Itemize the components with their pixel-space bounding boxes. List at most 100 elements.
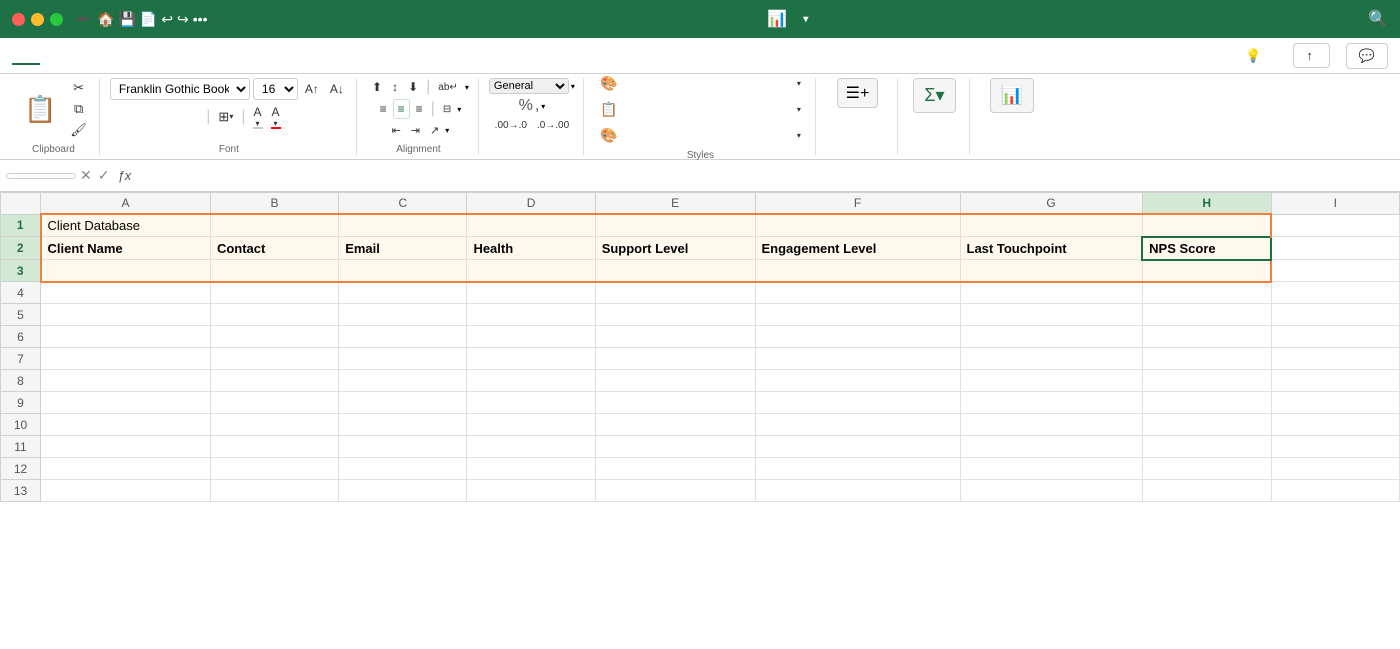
tab-home[interactable]: [12, 47, 40, 65]
cell[interactable]: [960, 326, 1142, 348]
cell[interactable]: [210, 214, 338, 237]
confirm-formula-button[interactable]: ✓: [98, 167, 110, 184]
cell[interactable]: [467, 414, 595, 436]
editing-area[interactable]: Σ▾: [913, 78, 955, 115]
cell[interactable]: [339, 414, 467, 436]
cell[interactable]: [960, 260, 1142, 282]
col-header-i[interactable]: I: [1271, 193, 1399, 215]
cell[interactable]: Support Level: [595, 237, 755, 260]
fat-dropdown[interactable]: ▾: [797, 105, 801, 114]
increase-indent-button[interactable]: ⇥: [407, 122, 424, 139]
minimize-button[interactable]: [31, 13, 44, 26]
col-header-g[interactable]: G: [960, 193, 1142, 215]
cell[interactable]: [1271, 260, 1399, 282]
cell[interactable]: [595, 214, 755, 237]
cell[interactable]: [960, 348, 1142, 370]
cell[interactable]: [467, 348, 595, 370]
cell[interactable]: [339, 436, 467, 458]
font-color-button[interactable]: A ▾: [268, 103, 284, 130]
cell[interactable]: [41, 414, 211, 436]
cell[interactable]: [755, 414, 960, 436]
number-format-dropdown[interactable]: ▾: [571, 82, 575, 91]
cell[interactable]: [467, 326, 595, 348]
col-header-h[interactable]: H: [1142, 193, 1271, 215]
cell[interactable]: [339, 326, 467, 348]
cell[interactable]: [755, 260, 960, 282]
cell[interactable]: [210, 436, 338, 458]
maximize-button[interactable]: [50, 13, 63, 26]
orientation-button[interactable]: ↗: [426, 122, 443, 139]
cell[interactable]: [210, 392, 338, 414]
cell[interactable]: Health: [467, 237, 595, 260]
cell[interactable]: [41, 260, 211, 282]
cell[interactable]: [41, 392, 211, 414]
cell[interactable]: [467, 304, 595, 326]
tab-review[interactable]: [180, 47, 208, 65]
cell[interactable]: [41, 326, 211, 348]
cell[interactable]: [755, 392, 960, 414]
cell[interactable]: [595, 304, 755, 326]
cell[interactable]: [1271, 348, 1399, 370]
cell[interactable]: [1142, 260, 1271, 282]
undo-icon[interactable]: ↩: [161, 11, 173, 28]
cell[interactable]: [1142, 414, 1271, 436]
col-header-d[interactable]: D: [467, 193, 595, 215]
cell[interactable]: [595, 436, 755, 458]
orient-dropdown[interactable]: ▾: [445, 126, 449, 135]
cell[interactable]: [210, 458, 338, 480]
cell[interactable]: [339, 282, 467, 304]
cell[interactable]: [595, 414, 755, 436]
copy-button[interactable]: ⧉: [66, 99, 91, 119]
cell[interactable]: [467, 282, 595, 304]
tab-view[interactable]: [208, 47, 236, 65]
cell[interactable]: [960, 480, 1142, 502]
cell[interactable]: [1271, 414, 1399, 436]
font-size-select[interactable]: 16: [253, 78, 298, 100]
font-name-select[interactable]: Franklin Gothic Book: [110, 78, 250, 100]
cell[interactable]: [755, 370, 960, 392]
cell[interactable]: [339, 370, 467, 392]
cell[interactable]: Contact: [210, 237, 338, 260]
share-button[interactable]: ↑: [1293, 43, 1330, 68]
align-top-button[interactable]: ⬆: [368, 78, 386, 96]
decrease-indent-button[interactable]: ⇤: [388, 122, 405, 139]
font-increase-button[interactable]: A↑: [301, 80, 323, 98]
cancel-formula-button[interactable]: ✕: [80, 167, 92, 184]
cell[interactable]: [595, 458, 755, 480]
tab-insert[interactable]: [40, 47, 68, 65]
cell[interactable]: [41, 480, 211, 502]
cf-dropdown[interactable]: ▾: [797, 79, 801, 88]
cell[interactable]: [595, 480, 755, 502]
cell[interactable]: [755, 436, 960, 458]
cell[interactable]: [755, 480, 960, 502]
cell[interactable]: [1271, 282, 1399, 304]
number-dropdown[interactable]: ▾: [541, 102, 545, 111]
comment-button[interactable]: 💬: [1346, 43, 1388, 69]
cell[interactable]: [41, 348, 211, 370]
cell[interactable]: [41, 370, 211, 392]
cell[interactable]: [41, 436, 211, 458]
redo-icon[interactable]: ↪: [177, 11, 189, 28]
cell[interactable]: Email: [339, 237, 467, 260]
cell[interactable]: [960, 214, 1142, 237]
cell[interactable]: [595, 326, 755, 348]
cell[interactable]: [339, 260, 467, 282]
cell[interactable]: [41, 458, 211, 480]
cell[interactable]: [1271, 458, 1399, 480]
spreadsheet[interactable]: A B C D E F G H I 1Client Database2Clien…: [0, 192, 1400, 649]
cell[interactable]: [1271, 214, 1399, 237]
cell[interactable]: [339, 458, 467, 480]
cell[interactable]: [1271, 480, 1399, 502]
close-button[interactable]: [12, 13, 25, 26]
align-right-button[interactable]: ≡: [412, 100, 427, 118]
cell[interactable]: [339, 304, 467, 326]
cell[interactable]: [1271, 436, 1399, 458]
cell[interactable]: [1142, 480, 1271, 502]
cell[interactable]: [1142, 326, 1271, 348]
cell[interactable]: [467, 260, 595, 282]
save-icon[interactable]: 💾: [118, 11, 135, 28]
cell[interactable]: [339, 480, 467, 502]
underline-button[interactable]: [194, 115, 202, 119]
cell[interactable]: [467, 392, 595, 414]
chevron-down-icon[interactable]: ▾: [803, 14, 808, 25]
